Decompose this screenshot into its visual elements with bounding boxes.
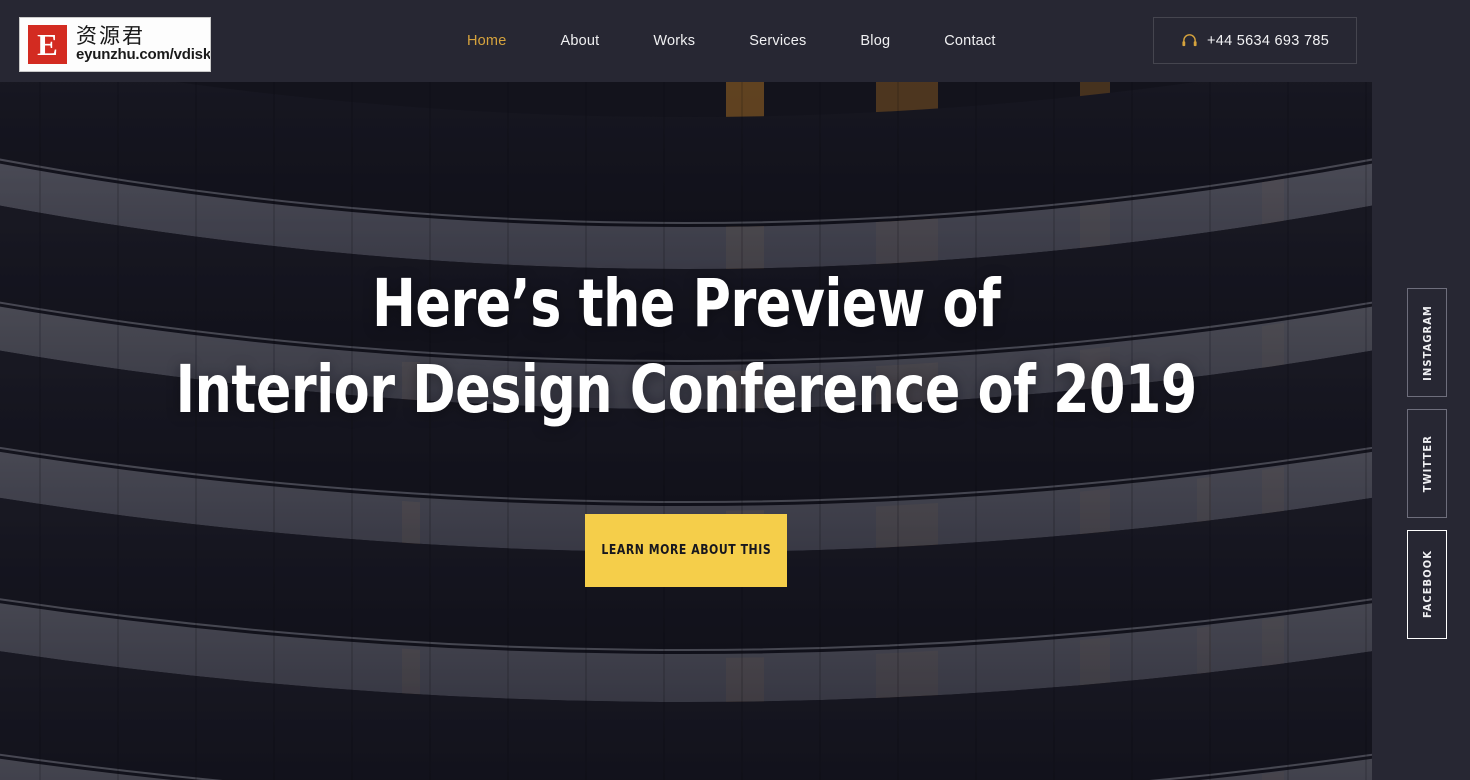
nav-item-contact[interactable]: Contact [917,33,1022,49]
phone-number-text: +44 5634 693 785 [1206,32,1330,49]
page-root: E 资源君 eyunzhu.com/vdisk Home About Works… [0,0,1470,780]
hero-section: Here’s the Preview of Interior Design Co… [0,82,1372,780]
phone-contact-button[interactable]: +44 5634 693 785 [1153,17,1357,64]
social-link-facebook[interactable]: FACEBOOK [1407,530,1447,639]
social-link-twitter-label: TWITTER [1420,434,1434,493]
hero-title: Here’s the Preview of Interior Design Co… [175,261,1197,434]
nav-item-home[interactable]: Home [440,33,533,49]
social-link-instagram[interactable]: INSTAGRAM [1407,288,1447,397]
main-navigation: Home About Works Services Blog Contact [440,0,1023,82]
headset-icon [1182,34,1197,47]
social-link-instagram-label: INSTAGRAM [1420,304,1434,381]
hero-title-line-1: Here’s the Preview of [371,264,1001,342]
nav-item-works[interactable]: Works [626,33,722,49]
social-link-facebook-label: FACEBOOK [1420,550,1434,619]
logo-mark-letter: E [37,27,58,62]
learn-more-button-label: LEARN MORE ABOUT THIS [601,543,771,559]
logo-chinese-text: 资源君 [76,24,145,49]
logo-watermark[interactable]: E 资源君 eyunzhu.com/vdisk [19,17,211,72]
social-links-rail: INSTAGRAM TWITTER FACEBOOK [1407,288,1447,639]
logo-url-text: eyunzhu.com/vdisk [76,46,211,64]
nav-item-about[interactable]: About [533,33,626,49]
social-link-twitter[interactable]: TWITTER [1407,409,1447,518]
hero-content: Here’s the Preview of Interior Design Co… [0,82,1372,780]
logo-mark-icon: E [28,25,67,64]
site-header: E 资源君 eyunzhu.com/vdisk Home About Works… [0,0,1470,82]
logo-text-group: 资源君 eyunzhu.com/vdisk [76,24,211,64]
hero-title-line-2: Interior Design Conference of 2019 [175,351,1197,428]
learn-more-button[interactable]: LEARN MORE ABOUT THIS [585,514,787,588]
nav-item-blog[interactable]: Blog [833,33,917,49]
nav-item-services[interactable]: Services [722,33,833,49]
